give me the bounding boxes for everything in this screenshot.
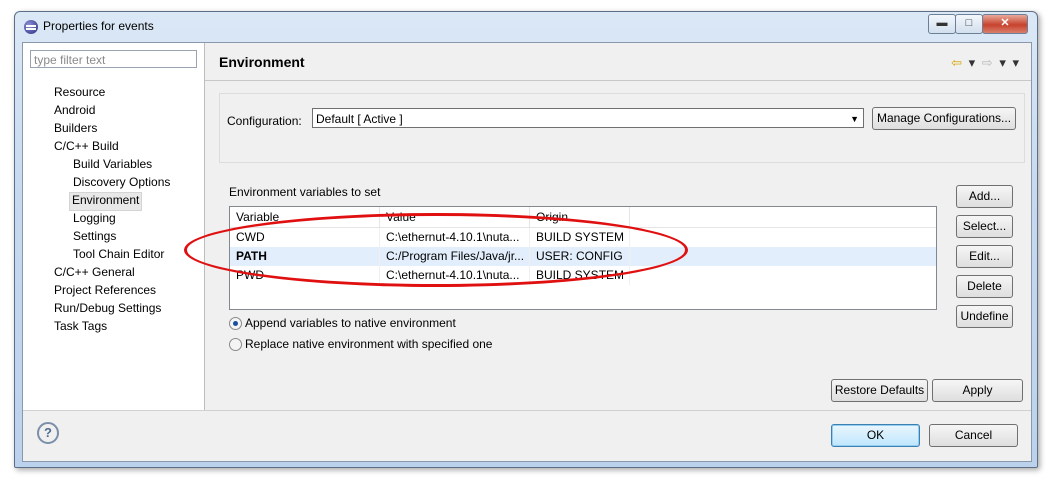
column-header-variable[interactable]: Variable — [230, 207, 380, 227]
undefine-button[interactable]: Undefine — [956, 305, 1013, 328]
help-icon[interactable]: ? — [37, 422, 59, 444]
dialog-body: type filter text Resource Android Builde… — [22, 42, 1032, 462]
select-button[interactable]: Select... — [956, 215, 1013, 238]
edit-button[interactable]: Edit... — [956, 245, 1013, 268]
tree-item-logging[interactable]: Logging — [71, 210, 118, 227]
append-radio[interactable] — [229, 317, 242, 330]
tree-item-run-debug-settings[interactable]: Run/Debug Settings — [52, 300, 163, 317]
configuration-label: Configuration: — [227, 114, 302, 128]
settings-pane: Environment ⇦ ▾ ⇨ ▾ ▾ Configuration: Def… — [205, 43, 1031, 410]
cell-variable: PATH — [230, 247, 380, 266]
table-row-selected[interactable]: PATH C:/Program Files/Java/jr... USER: C… — [230, 247, 936, 266]
footer-divider — [23, 410, 1031, 411]
apply-button[interactable]: Apply — [932, 379, 1023, 402]
title-bar[interactable]: Properties for events ▬ □ ✕ — [15, 12, 1037, 42]
properties-dialog: Properties for events ▬ □ ✕ type filter … — [14, 11, 1038, 468]
cell-value: C:\ethernut-4.10.1\nuta... — [380, 266, 530, 285]
filter-input[interactable]: type filter text — [30, 50, 197, 68]
history-nav: ⇦ ▾ ⇨ ▾ ▾ — [948, 55, 1019, 71]
tree-item-resource[interactable]: Resource — [52, 84, 107, 101]
header-divider — [205, 80, 1031, 81]
tree-item-android[interactable]: Android — [52, 102, 97, 119]
cell-origin: BUILD SYSTEM — [530, 266, 630, 285]
replace-label: Replace native environment with specifie… — [245, 337, 493, 351]
tree-item-builders[interactable]: Builders — [52, 120, 99, 137]
ok-button[interactable]: OK — [831, 424, 920, 447]
configuration-group: Configuration: Default [ Active ] ▼ Mana… — [219, 93, 1025, 163]
cell-variable: CWD — [230, 228, 380, 247]
eclipse-app-icon — [24, 20, 38, 34]
cell-origin: USER: CONFIG — [530, 247, 630, 266]
column-header-origin[interactable]: Origin — [530, 207, 630, 227]
restore-defaults-button[interactable]: Restore Defaults — [831, 379, 928, 402]
table-row[interactable]: CWD C:\ethernut-4.10.1\nuta... BUILD SYS… — [230, 228, 936, 247]
tree-item-tool-chain-editor[interactable]: Tool Chain Editor — [71, 246, 166, 263]
tree-item-settings[interactable]: Settings — [71, 228, 118, 245]
delete-button[interactable]: Delete — [956, 275, 1013, 298]
cell-value: C:/Program Files/Java/jr... — [380, 247, 530, 266]
table-row[interactable]: PWD C:\ethernut-4.10.1\nuta... BUILD SYS… — [230, 266, 936, 285]
forward-dropdown-icon[interactable]: ▾ — [999, 55, 1006, 70]
table-header: Variable Value Origin — [230, 207, 936, 228]
tree-item-build-variables[interactable]: Build Variables — [71, 156, 154, 173]
tree-item-cpp-build[interactable]: C/C++ Build — [52, 138, 121, 155]
configuration-select[interactable]: Default [ Active ] ▼ — [312, 108, 864, 128]
add-button[interactable]: Add... — [956, 185, 1013, 208]
page-title: Environment — [219, 54, 305, 70]
window-title: Properties for events — [43, 19, 154, 33]
tree-item-discovery-options[interactable]: Discovery Options — [71, 174, 172, 191]
view-menu-icon[interactable]: ▾ — [1012, 55, 1019, 70]
env-section-label: Environment variables to set — [229, 185, 381, 199]
configuration-value: Default [ Active ] — [316, 112, 403, 126]
cell-value: C:\ethernut-4.10.1\nuta... — [380, 228, 530, 247]
tree-item-environment[interactable]: Environment — [69, 192, 143, 211]
tree-item-task-tags[interactable]: Task Tags — [52, 318, 109, 335]
minimize-button[interactable]: ▬ — [928, 14, 956, 34]
tree-item-project-references[interactable]: Project References — [52, 282, 158, 299]
forward-arrow-icon[interactable]: ⇨ — [982, 55, 993, 70]
column-header-value[interactable]: Value — [380, 207, 530, 227]
replace-radio[interactable] — [229, 338, 242, 351]
back-arrow-icon[interactable]: ⇦ — [951, 55, 962, 70]
back-dropdown-icon[interactable]: ▾ — [969, 55, 976, 70]
close-button[interactable]: ✕ — [982, 14, 1028, 34]
cell-origin: BUILD SYSTEM — [530, 228, 630, 247]
tree-item-cpp-general[interactable]: C/C++ General — [52, 264, 137, 281]
append-label: Append variables to native environment — [245, 316, 456, 330]
manage-configurations-button[interactable]: Manage Configurations... — [872, 107, 1016, 130]
cell-variable: PWD — [230, 266, 380, 285]
cancel-button[interactable]: Cancel — [929, 424, 1018, 447]
env-variables-table[interactable]: Variable Value Origin CWD C:\ethernut-4.… — [229, 206, 937, 310]
chevron-down-icon: ▼ — [850, 114, 859, 124]
category-pane: type filter text Resource Android Builde… — [23, 43, 205, 410]
maximize-button[interactable]: □ — [955, 14, 983, 34]
